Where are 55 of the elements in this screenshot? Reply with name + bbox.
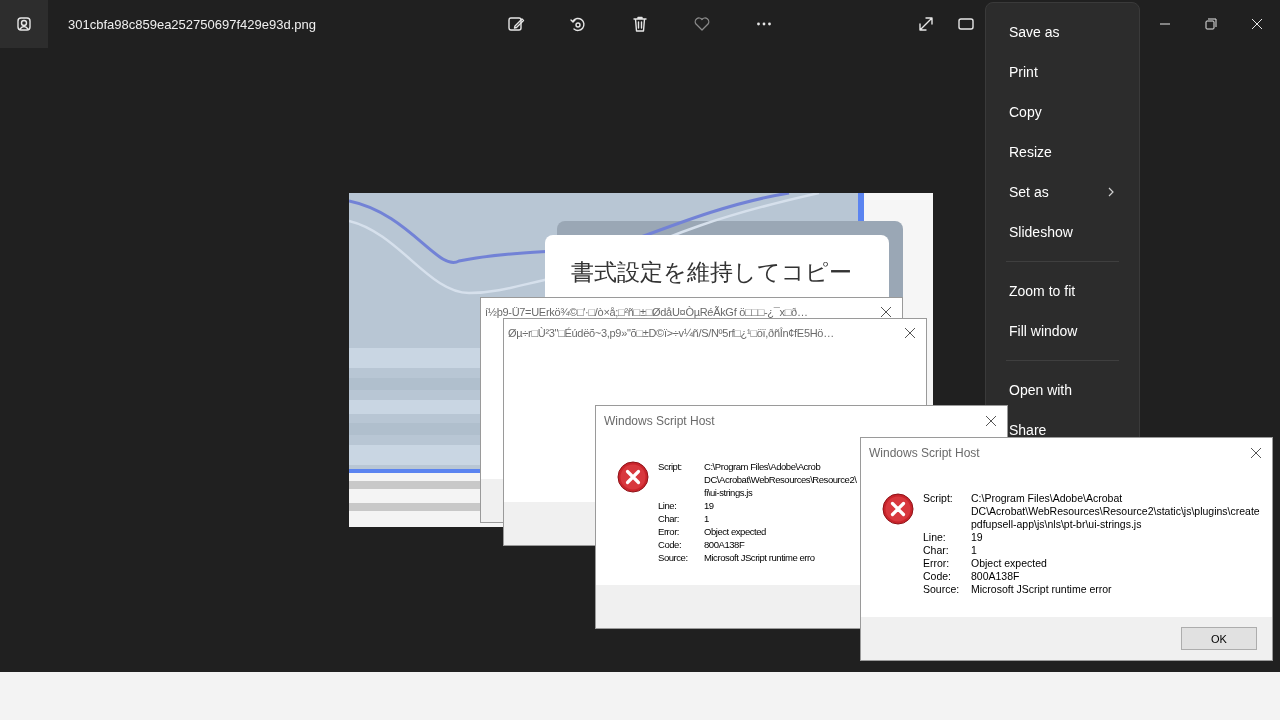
restore-icon[interactable] [1205,18,1217,30]
field-value: 1 [704,512,710,525]
field-value: 1 [971,544,978,557]
menu-item[interactable]: Set as [986,172,1139,212]
fit-icon[interactable] [957,15,975,33]
field-label: Error: [658,525,681,538]
field-value: 800A138F [704,538,746,551]
heart-icon[interactable] [693,15,711,33]
close-icon[interactable] [985,415,997,427]
window-title: Øµ÷r□Ù²3"□Éúdëõ~3,p9»"õ□±D©ï>÷v¼ñ/S/Nº5rf□¿¹□öï,ðñÎn¢fE5Hö… [508,327,834,339]
window-title: í½þ9-Ü7=UErkö¾©□'·□/ò×å;□²ñ□±□ØdåU¤ÒµRéÃkGf ö□□□-¿¯x□ð… [485,306,808,318]
field-label: Code: [658,538,683,551]
expand-icon[interactable] [917,15,935,33]
error-icon [617,461,649,493]
menu-item[interactable]: Slideshow [986,212,1139,252]
field-value: 19 [704,499,715,512]
field-label: Line: [923,531,947,544]
field-value: 19 [971,531,984,544]
field-label: Char: [923,544,950,557]
ok-button[interactable]: OK [1181,627,1257,650]
rotate-icon[interactable] [569,15,587,33]
field-label: Code: [923,570,953,583]
field-label: Script: [658,460,683,474]
menu-item[interactable]: Open with [986,370,1139,410]
field-value: C:\Program Files\Adobe\Acrob DC\Acrobat\WebResources\Resource2\ fi\ui-strings.js [704,460,857,499]
menu-item[interactable]: Save as [986,12,1139,52]
window-title: Windows Script Host [604,414,715,428]
menu-item[interactable]: Copy [986,92,1139,132]
field-value: Microsoft JScript runtime error [971,583,1113,596]
photo-icon [16,16,32,32]
field-value: C:\Program Files\Adobe\Acrobat DC\Acrobat\WebResources\Resource2\static\js\plugins\create pdfupsell-app\js\nls\pt-br\ui-strings.js [971,492,1260,531]
field-label: Error: [923,557,951,570]
field-value: Object expected [704,525,767,538]
field-label: Script: [923,492,954,506]
field-label: Line: [658,499,678,512]
field-value: 800A138F [971,570,1021,583]
window-title: Windows Script Host [869,446,980,460]
field-value: Object expected [971,557,1048,570]
error-icon [882,493,914,525]
file-name: 301cbfa98c859ea252750697f429e93d.png [68,16,316,32]
close-icon[interactable] [880,306,892,318]
field-value: Microsoft JScript runtime erro [704,551,816,564]
delete-icon[interactable] [631,15,649,33]
menu-item[interactable]: Resize [986,132,1139,172]
close-icon[interactable] [904,327,916,339]
menu-item[interactable]: Zoom to fit [986,271,1139,311]
menu-item[interactable]: Print [986,52,1139,92]
heading: 書式設定を維持してコピー [570,258,852,287]
close-icon[interactable] [1250,447,1262,459]
app-button[interactable] [0,0,48,48]
field-label: Source: [923,583,961,596]
edit-icon[interactable] [507,15,525,33]
field-label: Source: [658,551,689,564]
field-label: Char: [658,512,680,525]
menu-item[interactable]: Fill window [986,311,1139,351]
